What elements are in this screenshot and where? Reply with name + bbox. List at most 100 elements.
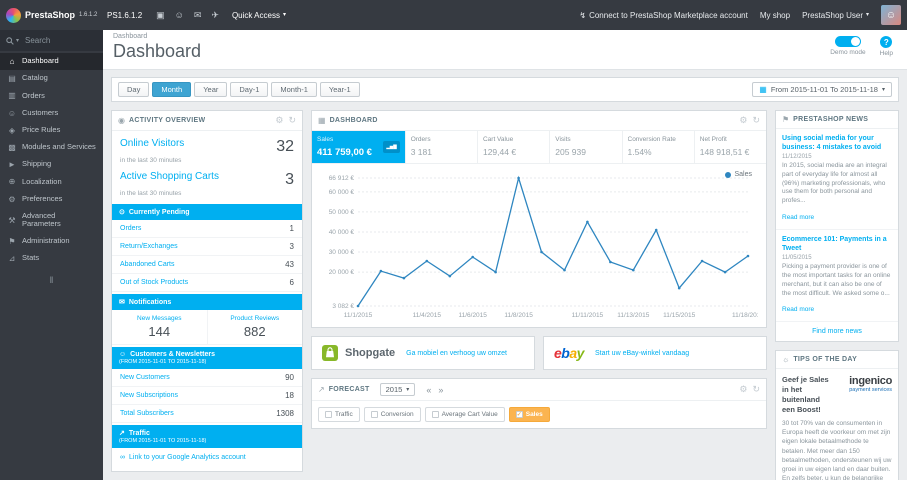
sidebar-item-localization[interactable]: ⊕ Localization	[0, 173, 103, 190]
sidebar-item-label: Customers	[22, 107, 59, 117]
kpi-visits[interactable]: Visits 205 939	[550, 131, 623, 163]
launch-icon[interactable]: ✈	[211, 10, 219, 21]
forecast-legend-average-cart-value[interactable]: Average Cart Value	[424, 407, 505, 422]
filter-month-button[interactable]: Month	[152, 82, 192, 97]
filter-year-button[interactable]: Year	[194, 82, 228, 97]
sidebar-item-orders[interactable]: ▥ Orders	[0, 87, 103, 104]
cart-icon[interactable]: ▣	[156, 10, 165, 21]
row-label: New Customers	[120, 374, 170, 381]
refresh-icon[interactable]: ↻	[752, 115, 760, 126]
refresh-icon[interactable]: ↻	[288, 115, 296, 126]
shopgate-promo-link[interactable]: Ga mobiel en verhoog uw omzet	[406, 350, 507, 357]
row-label: Abandoned Carts	[120, 261, 175, 268]
settings-icon[interactable]: ⚙	[275, 115, 283, 126]
logo-text: PrestaShop	[25, 10, 76, 20]
customers-newsletters-header: ☺ Customers & Newsletters (FROM 2015-11-…	[112, 347, 302, 369]
online-visitors-link[interactable]: Online Visitors	[120, 138, 184, 149]
filter-month-1-button[interactable]: Month-1	[271, 82, 317, 97]
filter-year-1-button[interactable]: Year-1	[319, 82, 360, 97]
forecast-legend-traffic[interactable]: Traffic	[318, 407, 360, 422]
kpi-value: 205 939	[555, 147, 586, 157]
prestashop-logo[interactable]: PrestaShop 1.6.1.2	[0, 7, 103, 23]
row-value: 90	[285, 373, 294, 382]
search-input[interactable]	[23, 35, 86, 46]
total-subscribers-row[interactable]: Total Subscribers 1308	[112, 405, 302, 423]
caret-down-icon: ▾	[16, 38, 20, 44]
chart-legend[interactable]: Sales	[725, 171, 752, 178]
main-content: Dashboard Dashboard Demo mode ? Help Day…	[103, 30, 907, 480]
kpi-cart-value[interactable]: Cart Value 129,44 €	[478, 131, 551, 163]
google-analytics-link[interactable]: ∞ Link to your Google Analytics account	[112, 448, 302, 471]
refresh-icon[interactable]: ↻	[752, 384, 760, 395]
news-article-title-link[interactable]: Using social media for your business: 4 …	[782, 134, 892, 152]
avatar[interactable]: ☺	[881, 5, 901, 25]
home-icon: ⌂	[9, 57, 15, 66]
sidebar-item-preferences[interactable]: ⚙ Preferences	[0, 191, 103, 208]
abandoned-carts-row[interactable]: Abandoned Carts 43	[112, 256, 302, 274]
customers-icon[interactable]: ☺	[175, 10, 184, 20]
ebay-promo[interactable]: ebay Start uw eBay-winkel vandaag	[543, 336, 767, 370]
forecast-legend-conversion[interactable]: Conversion	[363, 407, 421, 422]
ebay-promo-link[interactable]: Start uw eBay-winkel vandaag	[595, 350, 689, 357]
filter-day-button[interactable]: Day	[118, 82, 150, 97]
settings-icon[interactable]: ⚙	[739, 115, 747, 126]
sidebar-item-stats[interactable]: ⊿ Stats	[0, 250, 103, 267]
date-range-picker[interactable]: ▦ From 2015-11-01 To 2015-11-18 ▾	[752, 82, 892, 97]
sidebar-item-customers[interactable]: ☺ Customers	[0, 105, 103, 122]
user-menu[interactable]: PrestaShop User ▾	[802, 11, 869, 20]
help-button[interactable]: ?	[880, 36, 893, 48]
active-carts-link[interactable]: Active Shopping Carts	[120, 171, 219, 182]
sidebar-item-label: Shipping	[22, 159, 52, 169]
checkbox-icon	[325, 411, 332, 418]
settings-icon[interactable]: ⚙	[739, 384, 747, 395]
new-customers-row[interactable]: New Customers 90	[112, 369, 302, 387]
page-header: Dashboard Dashboard Demo mode ? Help	[103, 30, 907, 70]
pending-returns-row[interactable]: Return/Exchanges 3	[112, 238, 302, 256]
sidebar-item-administration[interactable]: ⚑ Administration	[0, 233, 103, 250]
sidebar-item-price-rules[interactable]: ◈ Price Rules	[0, 122, 103, 139]
kpi-net-profit[interactable]: Net Profit 148 918,51 €	[695, 131, 766, 163]
pending-orders-row[interactable]: Orders 1	[112, 220, 302, 238]
news-article-title-link[interactable]: Ecommerce 101: Payments in a Tweet	[782, 235, 892, 253]
cell-value: 144	[148, 324, 171, 339]
sidebar-item-modules-and-services[interactable]: ▩ Modules and Services	[0, 139, 103, 156]
sidebar-collapse-button[interactable]: ‖	[0, 267, 103, 293]
notifications-title: Notifications	[128, 298, 172, 306]
svg-text:11/13/2015: 11/13/2015	[617, 312, 649, 319]
svg-text:11/4/2015: 11/4/2015	[413, 312, 442, 319]
traffic-icon: ↗	[119, 430, 125, 437]
find-more-news-link[interactable]: Find more news	[776, 322, 898, 341]
demo-mode-toggle[interactable]	[834, 36, 861, 47]
forecast-legend-sales[interactable]: ✓ Sales	[508, 407, 550, 422]
logo-version: 1.6.1.2	[79, 12, 98, 18]
kpi-conversion-rate[interactable]: Conversion Rate 1.54%	[623, 131, 695, 163]
forecast-next-button[interactable]: »	[436, 385, 445, 395]
sidebar-item-shipping[interactable]: ► Shipping	[0, 156, 103, 173]
product-reviews-cell[interactable]: Product Reviews 882	[206, 310, 303, 344]
messages-icon[interactable]: ✉	[194, 10, 202, 21]
kpi-mini-chart-icon[interactable]: ▂▅▇	[383, 140, 400, 154]
forecast-year-select[interactable]: 2015 ▾	[379, 383, 416, 396]
sidebar-item-dashboard[interactable]: ⌂ Dashboard	[0, 53, 103, 71]
demo-mode-label: Demo mode	[830, 49, 866, 56]
sidebar-item-label: Orders	[22, 90, 45, 100]
quick-access-menu[interactable]: Quick Access ▾	[232, 11, 286, 20]
out-of-stock-row[interactable]: Out of Stock Products 6	[112, 274, 302, 292]
sidebar-item-advanced-parameters[interactable]: ⚒ Advanced Parameters	[0, 208, 103, 233]
ingenico-logo[interactable]: ingenico payment services	[849, 375, 892, 414]
sidebar-item-catalog[interactable]: ▤ Catalog	[0, 70, 103, 87]
kpi-orders[interactable]: Orders 3 181	[406, 131, 478, 163]
sidebar-search[interactable]: ▾	[0, 30, 103, 51]
marketplace-link[interactable]: ↯ Connect to PrestaShop Marketplace acco…	[579, 11, 747, 20]
sidebar-item-label: Advanced Parameters	[22, 210, 61, 229]
forecast-prev-button[interactable]: «	[424, 385, 433, 395]
shopgate-promo[interactable]: Shopgate Ga mobiel en verhoog uw omzet	[311, 336, 535, 370]
kpi-sales[interactable]: Sales 411 759,00 € ▂▅▇	[312, 131, 406, 163]
my-shop-link[interactable]: My shop	[760, 11, 790, 20]
filter-day-1-button[interactable]: Day-1	[230, 82, 269, 97]
people-icon: ☺	[119, 351, 127, 358]
read-more-link[interactable]: Read more	[782, 214, 814, 221]
new-messages-cell[interactable]: New Messages 144	[112, 310, 207, 344]
read-more-link[interactable]: Read more	[782, 306, 814, 313]
new-subscriptions-row[interactable]: New Subscriptions 18	[112, 387, 302, 405]
